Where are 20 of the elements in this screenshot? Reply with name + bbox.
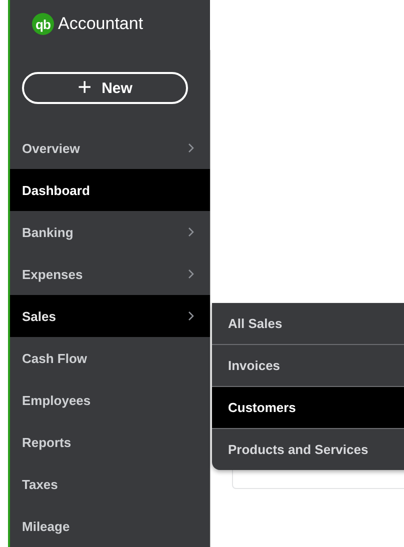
submenu-item[interactable]: All Sales (212, 303, 404, 345)
logo-mark: qb (32, 13, 54, 36)
brand-name: Accountant (58, 14, 144, 34)
sidebar-item[interactable]: Employees (10, 379, 210, 421)
sidebar-item[interactable]: Cash Flow (10, 337, 210, 379)
chevron-icon (188, 143, 194, 153)
sidebar-item[interactable]: Taxes (10, 463, 210, 505)
submenu-item[interactable]: Customers (212, 387, 404, 429)
chevron-icon (188, 227, 194, 237)
new-button[interactable]: + New (22, 72, 188, 104)
sidebar-item[interactable]: Overview (10, 127, 210, 169)
chevron-icon (188, 269, 194, 279)
sidebar-item[interactable]: Sales (10, 295, 210, 337)
submenu-item[interactable]: Products and Services (212, 429, 404, 470)
sidebar-item[interactable]: Reports (10, 421, 210, 463)
sidebar-item[interactable]: Mileage (10, 505, 210, 547)
sidebar-item[interactable]: Banking (10, 211, 210, 253)
sidebar-item[interactable]: Expenses (10, 253, 210, 295)
chevron-icon (188, 311, 194, 321)
sidebar-item[interactable]: Dashboard (10, 169, 210, 211)
